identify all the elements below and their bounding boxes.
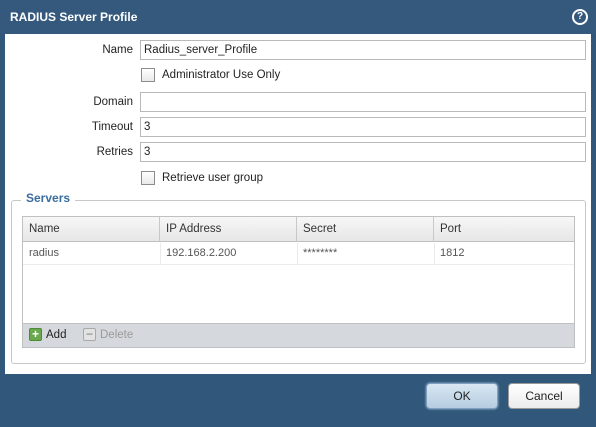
add-icon: + (29, 328, 42, 341)
delete-label: Delete (100, 328, 134, 341)
delete-icon: − (83, 328, 96, 341)
server-name-cell: radius (29, 247, 59, 259)
timeout-label: Timeout (91, 121, 133, 133)
add-label: Add (46, 328, 67, 341)
retries-input[interactable]: 3 (140, 142, 586, 162)
admin-use-only-label: Administrator Use Only (162, 69, 281, 81)
admin-use-only-row[interactable]: Administrator Use Only (141, 68, 280, 82)
servers-table-toolbar: + Add − Delete (23, 323, 574, 347)
dialog-body: Name Radius_server_Profile Administrator… (5, 34, 591, 374)
column-header-name[interactable]: Name (23, 217, 160, 242)
ok-button[interactable]: OK (426, 383, 498, 409)
retrieve-user-group-checkbox[interactable] (141, 171, 155, 185)
timeout-input[interactable]: 3 (140, 117, 586, 137)
row-divider (297, 243, 298, 265)
servers-table: Name IP Address Secret Port radius 192.1… (22, 216, 575, 348)
server-secret-cell: ******** (303, 247, 338, 259)
domain-input[interactable] (140, 92, 586, 112)
dialog-titlebar: RADIUS Server Profile ? (0, 0, 596, 34)
retries-label: Retries (96, 146, 133, 158)
dialog-title: RADIUS Server Profile (10, 10, 138, 24)
retrieve-user-group-label: Retrieve user group (162, 172, 263, 184)
name-input[interactable]: Radius_server_Profile (140, 40, 586, 60)
delete-server-button[interactable]: − Delete (83, 328, 133, 341)
help-glyph: ? (574, 11, 586, 23)
server-ip-cell: 192.168.2.200 (166, 247, 237, 259)
row-divider (160, 243, 161, 265)
help-icon[interactable]: ? (572, 9, 588, 25)
column-header-secret[interactable]: Secret (297, 217, 434, 242)
cancel-button[interactable]: Cancel (508, 383, 580, 409)
dialog-footer (0, 374, 596, 427)
admin-use-only-checkbox[interactable] (141, 68, 155, 82)
column-header-ip-address[interactable]: IP Address (160, 217, 297, 242)
name-label: Name (102, 44, 133, 56)
server-port-cell: 1812 (440, 247, 465, 259)
row-divider (434, 243, 435, 265)
servers-table-header: Name IP Address Secret Port (23, 217, 574, 242)
column-header-port[interactable]: Port (434, 217, 574, 242)
domain-label: Domain (93, 96, 133, 108)
retrieve-user-group-row[interactable]: Retrieve user group (141, 171, 263, 185)
table-row[interactable]: radius 192.168.2.200 ******** 1812 (23, 243, 574, 265)
servers-legend: Servers (21, 191, 76, 205)
add-server-button[interactable]: + Add (29, 328, 66, 341)
radius-server-profile-dialog: RADIUS Server Profile ? Name Radius_serv… (0, 0, 596, 427)
